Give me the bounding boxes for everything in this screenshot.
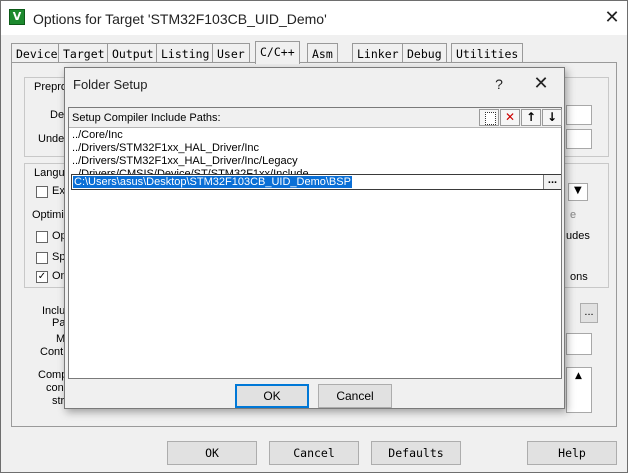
compiler-control-string[interactable]: ▲ — [566, 367, 592, 413]
tab-listing[interactable]: Listing — [156, 43, 215, 63]
tab-linker[interactable]: Linker — [352, 43, 404, 63]
on-checkbox[interactable]: ✓ — [36, 271, 48, 283]
keil-app-icon: V — [9, 9, 25, 25]
misc-label-2: Contr — [40, 346, 67, 358]
list-header-label: Setup Compiler Include Paths: — [72, 112, 221, 124]
tab-output[interactable]: Output — [107, 43, 159, 63]
ex-label: Ex — [52, 185, 65, 197]
help-button[interactable]: Help — [527, 441, 617, 465]
undefine-label: Undel — [38, 133, 67, 145]
compiler-label-2: con — [46, 382, 64, 394]
include-paths-browse-button[interactable]: ... — [580, 303, 598, 323]
move-down-icon[interactable]: ↓ — [542, 109, 562, 126]
path-edit-field[interactable]: C:\Users\asus\Desktop\STM32F103CB_UID_De… — [71, 174, 561, 190]
list-item[interactable]: ../Core/Inc — [69, 129, 561, 142]
window-titlebar: V Options for Target 'STM32F103CB_UID_De… — [1, 1, 627, 35]
window-close-icon[interactable]: ✕ — [601, 7, 623, 29]
tab-utilities[interactable]: Utilities — [451, 43, 524, 63]
defaults-button[interactable]: Defaults — [371, 441, 461, 465]
includes-label: udes — [566, 230, 590, 242]
options-label: ons — [570, 271, 588, 283]
help-icon[interactable]: ? — [489, 73, 509, 95]
path-edit-selected-text[interactable]: C:\Users\asus\Desktop\STM32F103CB_UID_De… — [73, 176, 352, 188]
window-title: Options for Target 'STM32F103CB_UID_Demo… — [33, 11, 327, 27]
dialog-title: Folder Setup — [73, 77, 148, 92]
tab-device[interactable]: Device — [11, 43, 63, 63]
scroll-up-icon[interactable]: ▲ — [575, 371, 582, 381]
compiler-label-3: str — [52, 395, 65, 407]
misc-controls-field[interactable] — [566, 333, 592, 355]
undefine-field[interactable] — [566, 129, 592, 149]
tab-debug[interactable]: Debug — [402, 43, 447, 63]
tab-user[interactable]: User — [212, 43, 250, 63]
sp-checkbox[interactable] — [36, 252, 48, 264]
browse-button[interactable]: ... — [543, 175, 561, 189]
dialog-close-icon[interactable]: ✕ — [529, 72, 553, 96]
tab-target[interactable]: Target — [58, 43, 110, 63]
language-label: Langu — [34, 167, 65, 179]
op-checkbox[interactable] — [36, 231, 48, 243]
include-paths-label-1: Inclu — [42, 305, 66, 317]
tab-c-cpp[interactable]: C/C++ — [255, 41, 300, 64]
optimization-dropdown[interactable]: ▼ — [568, 183, 588, 201]
list-header: Setup Compiler Include Paths: ✕ ↑ ↓ — [69, 108, 562, 128]
dialog-ok-button[interactable]: OK — [235, 384, 309, 408]
define-field[interactable] — [566, 105, 592, 125]
new-folder-icon[interactable] — [479, 109, 499, 126]
cancel-button[interactable]: Cancel — [269, 441, 359, 465]
move-up-icon[interactable]: ↑ — [521, 109, 541, 126]
ex-checkbox[interactable] — [36, 186, 48, 198]
delete-icon[interactable]: ✕ — [500, 109, 520, 126]
dialog-cancel-button[interactable]: Cancel — [318, 384, 392, 408]
list-item[interactable]: ../Drivers/STM32F1xx_HAL_Driver/Inc — [69, 142, 561, 155]
folder-setup-dialog: Folder Setup ? ✕ Setup Compiler Include … — [64, 67, 565, 409]
chevron-down-icon: ▼ — [574, 185, 582, 196]
include-paths-list: Setup Compiler Include Paths: ✕ ↑ ↓ ../C… — [68, 107, 562, 379]
preprocessor-label: Prepro — [34, 81, 68, 93]
ok-button[interactable]: OK — [167, 441, 257, 465]
tab-asm[interactable]: Asm — [307, 43, 338, 63]
e-label: e — [570, 209, 577, 221]
compiler-label-1: Comp — [38, 369, 68, 381]
list-item[interactable]: ../Drivers/STM32F1xx_HAL_Driver/Inc/Lega… — [69, 155, 561, 168]
